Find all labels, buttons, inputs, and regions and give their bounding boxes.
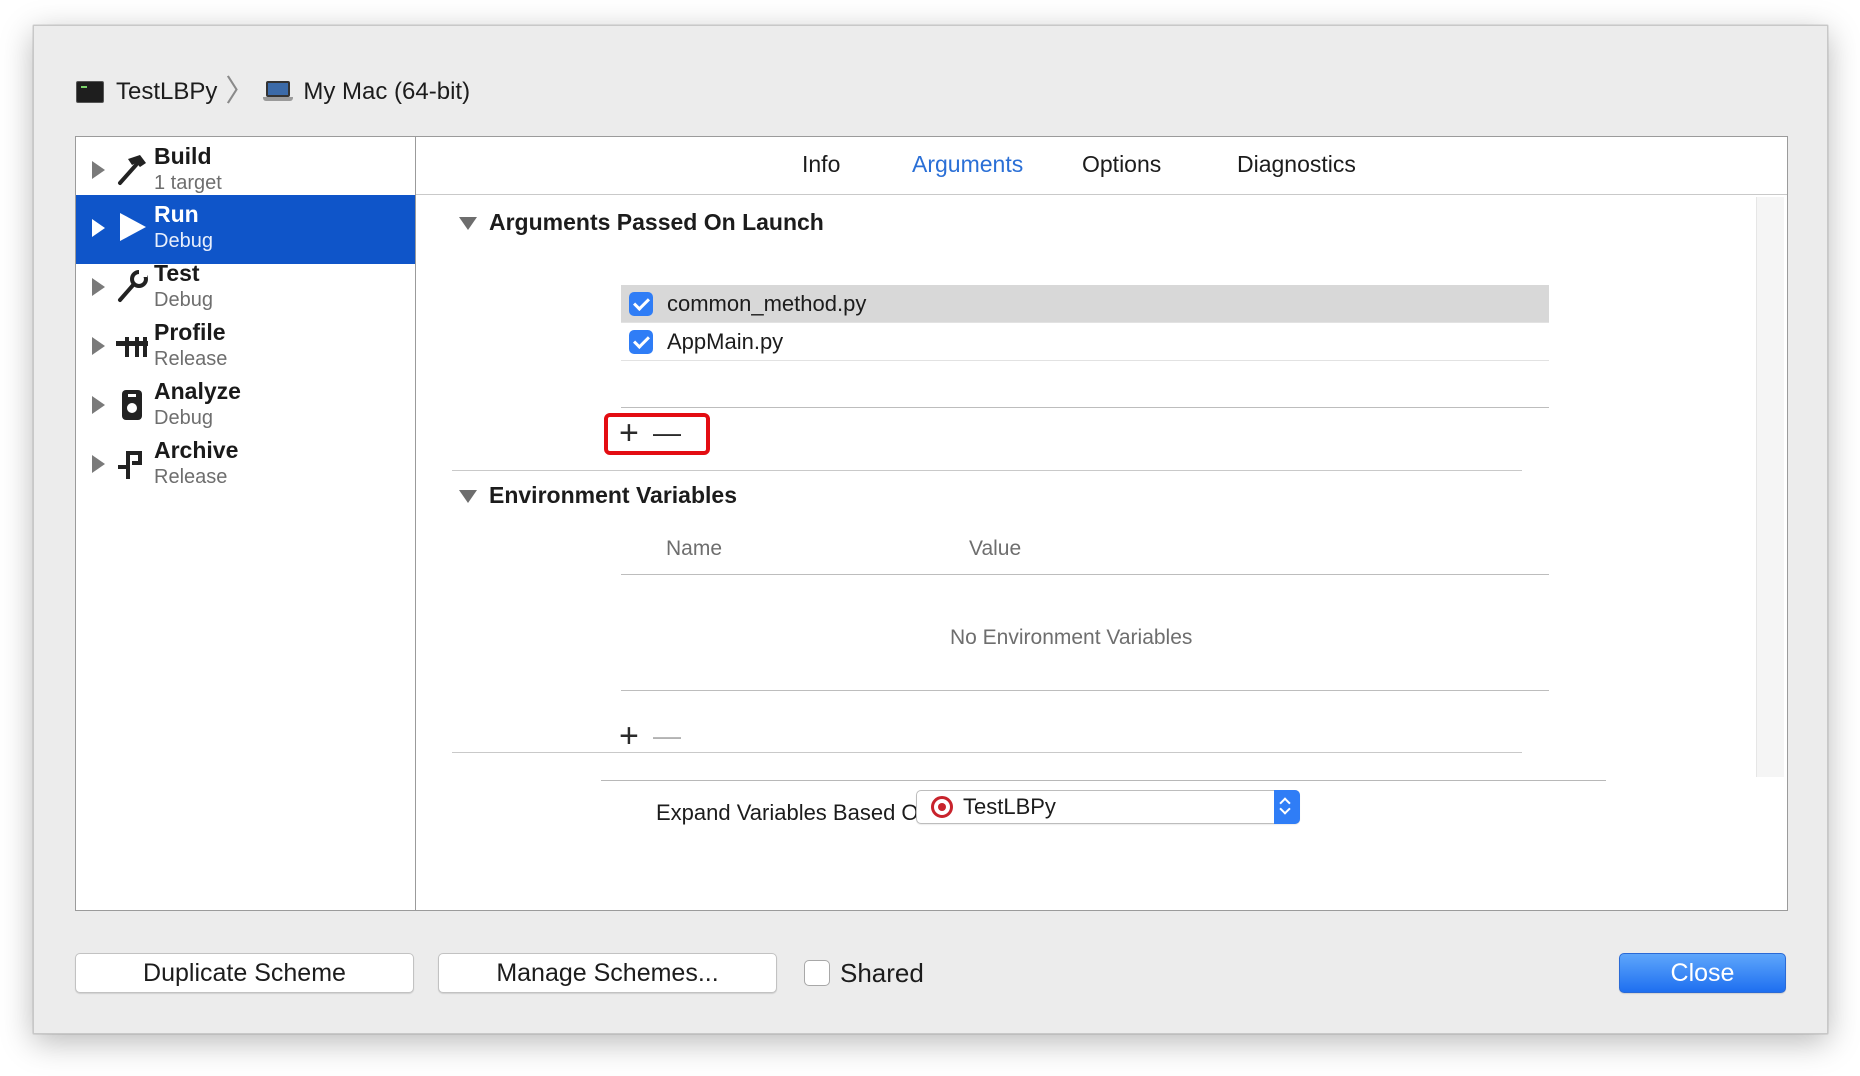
sidebar-item-subtitle: Debug xyxy=(154,230,213,252)
tab-diagnostics[interactable]: Diagnostics xyxy=(1237,151,1356,178)
remove-variable-button[interactable]: — xyxy=(653,722,681,750)
tab-options[interactable]: Options xyxy=(1082,151,1161,178)
instruments-icon xyxy=(116,337,148,357)
expand-variables-popup[interactable]: TestLBPy xyxy=(916,790,1300,824)
argument-enabled-checkbox[interactable] xyxy=(629,329,653,354)
archive-icon xyxy=(118,451,142,479)
add-variable-button[interactable]: + xyxy=(619,719,639,753)
disclosure-triangle-icon[interactable] xyxy=(92,161,105,179)
play-icon xyxy=(120,213,146,241)
argument-value[interactable]: common_method.py xyxy=(667,291,866,317)
sidebar-item-title: Run xyxy=(154,201,199,227)
macbook-icon xyxy=(263,81,294,103)
remove-argument-button[interactable]: — xyxy=(653,419,681,447)
tab-info[interactable]: Info xyxy=(802,151,840,178)
tab-arguments[interactable]: Arguments xyxy=(912,151,1023,178)
section-divider xyxy=(452,752,1522,753)
column-header-value[interactable]: Value xyxy=(969,537,1021,561)
close-button[interactable]: Close xyxy=(1619,953,1786,993)
shared-toggle[interactable]: Shared xyxy=(804,953,924,993)
scheme-breadcrumb[interactable]: TestLBPy 〉 My Mac (64-bit) xyxy=(76,74,470,110)
arguments-section-title: Arguments Passed On Launch xyxy=(489,209,824,235)
tab-bar: Info Arguments Options Diagnostics xyxy=(416,137,1787,195)
analyze-icon xyxy=(122,390,142,420)
wrench-icon xyxy=(118,270,148,302)
hammer-icon xyxy=(118,155,146,185)
sidebar-item-subtitle: Release xyxy=(154,348,228,370)
collapse-environment-icon[interactable] xyxy=(459,490,477,503)
footer-divider xyxy=(601,780,1606,781)
collapse-arguments-icon[interactable] xyxy=(459,217,477,230)
shared-checkbox[interactable] xyxy=(804,960,830,986)
table-bottom-divider xyxy=(621,690,1549,691)
terminal-app-icon xyxy=(76,81,104,103)
disclosure-triangle-icon[interactable] xyxy=(92,337,105,355)
disclosure-triangle-icon[interactable] xyxy=(92,396,105,414)
shared-label[interactable]: Shared xyxy=(840,958,924,989)
sidebar-item-title: Test xyxy=(154,260,200,286)
expand-variables-value: TestLBPy xyxy=(963,794,1056,819)
list-item[interactable]: AppMain.py xyxy=(621,323,1549,361)
empty-state-message: No Environment Variables xyxy=(950,626,1193,649)
sidebar-item-subtitle: 1 target xyxy=(154,172,222,194)
sidebar-item-title: Build xyxy=(154,143,212,169)
editor-frame: Build 1 target Run Debug Test Debug Prof… xyxy=(75,136,1788,911)
sidebar-item-subtitle: Release xyxy=(154,466,228,488)
list-item[interactable]: common_method.py xyxy=(621,285,1549,323)
disclosure-triangle-icon[interactable] xyxy=(92,455,105,473)
destination-name[interactable]: My Mac (64-bit) xyxy=(303,78,470,106)
arguments-list: common_method.py AppMain.py xyxy=(621,285,1549,361)
argument-enabled-checkbox[interactable] xyxy=(629,291,653,316)
add-argument-button[interactable]: + xyxy=(619,416,639,450)
disclosure-triangle-icon[interactable] xyxy=(92,278,105,296)
list-divider xyxy=(621,407,1549,408)
popup-arrows-icon xyxy=(1274,790,1300,824)
scheme-name[interactable]: TestLBPy xyxy=(116,78,217,106)
manage-schemes-button[interactable]: Manage Schemes... xyxy=(438,953,777,993)
run-settings-pane: Info Arguments Options Diagnostics Argum… xyxy=(416,137,1787,910)
sidebar-item-title: Profile xyxy=(154,319,226,345)
duplicate-scheme-button[interactable]: Duplicate Scheme xyxy=(75,953,414,993)
sidebar-item-archive[interactable]: Archive Release xyxy=(76,431,415,500)
scheme-actions-sidebar: Build 1 target Run Debug Test Debug Prof… xyxy=(76,137,416,910)
environment-section-title: Environment Variables xyxy=(489,482,737,508)
disclosure-triangle-icon[interactable] xyxy=(92,219,105,237)
sidebar-item-title: Analyze xyxy=(154,378,241,404)
column-header-name[interactable]: Name xyxy=(666,537,722,561)
section-divider xyxy=(452,470,1522,471)
argument-value[interactable]: AppMain.py xyxy=(667,329,783,355)
breadcrumb-separator: 〉 xyxy=(225,75,256,108)
scheme-editor-sheet: TestLBPy 〉 My Mac (64-bit) Build 1 targe… xyxy=(33,25,1828,1034)
table-header-divider xyxy=(621,574,1549,575)
screenshot-stage: TestLBPy 〉 My Mac (64-bit) Build 1 targe… xyxy=(0,0,1860,1076)
sidebar-item-subtitle: Debug xyxy=(154,407,213,429)
vertical-scrollbar[interactable] xyxy=(1756,197,1784,777)
target-icon xyxy=(931,796,953,818)
sidebar-item-subtitle: Debug xyxy=(154,289,213,311)
expand-variables-label: Expand Variables Based On xyxy=(656,800,931,825)
sidebar-item-title: Archive xyxy=(154,437,239,463)
